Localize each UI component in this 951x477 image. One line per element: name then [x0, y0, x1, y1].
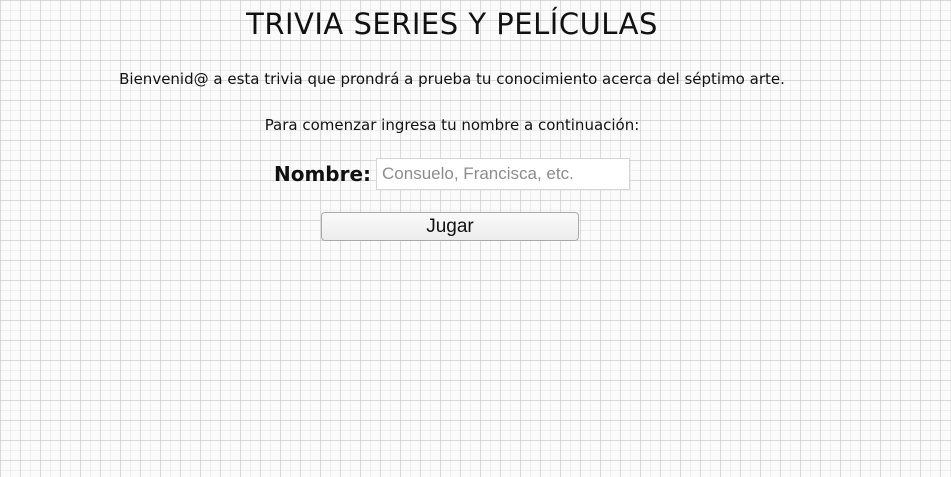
page-title: TRIVIA SERIES Y PELÍCULAS — [246, 7, 658, 41]
name-label: Nombre: — [273, 162, 372, 186]
welcome-text: Bienvenid@ a esta trivia que prondrá a p… — [119, 70, 785, 88]
name-input[interactable] — [376, 158, 631, 190]
name-form-row: Nombre: — [0, 158, 904, 190]
instructions-text: Para comenzar ingresa tu nombre a contin… — [264, 116, 640, 134]
play-button[interactable]: Jugar — [321, 212, 579, 241]
